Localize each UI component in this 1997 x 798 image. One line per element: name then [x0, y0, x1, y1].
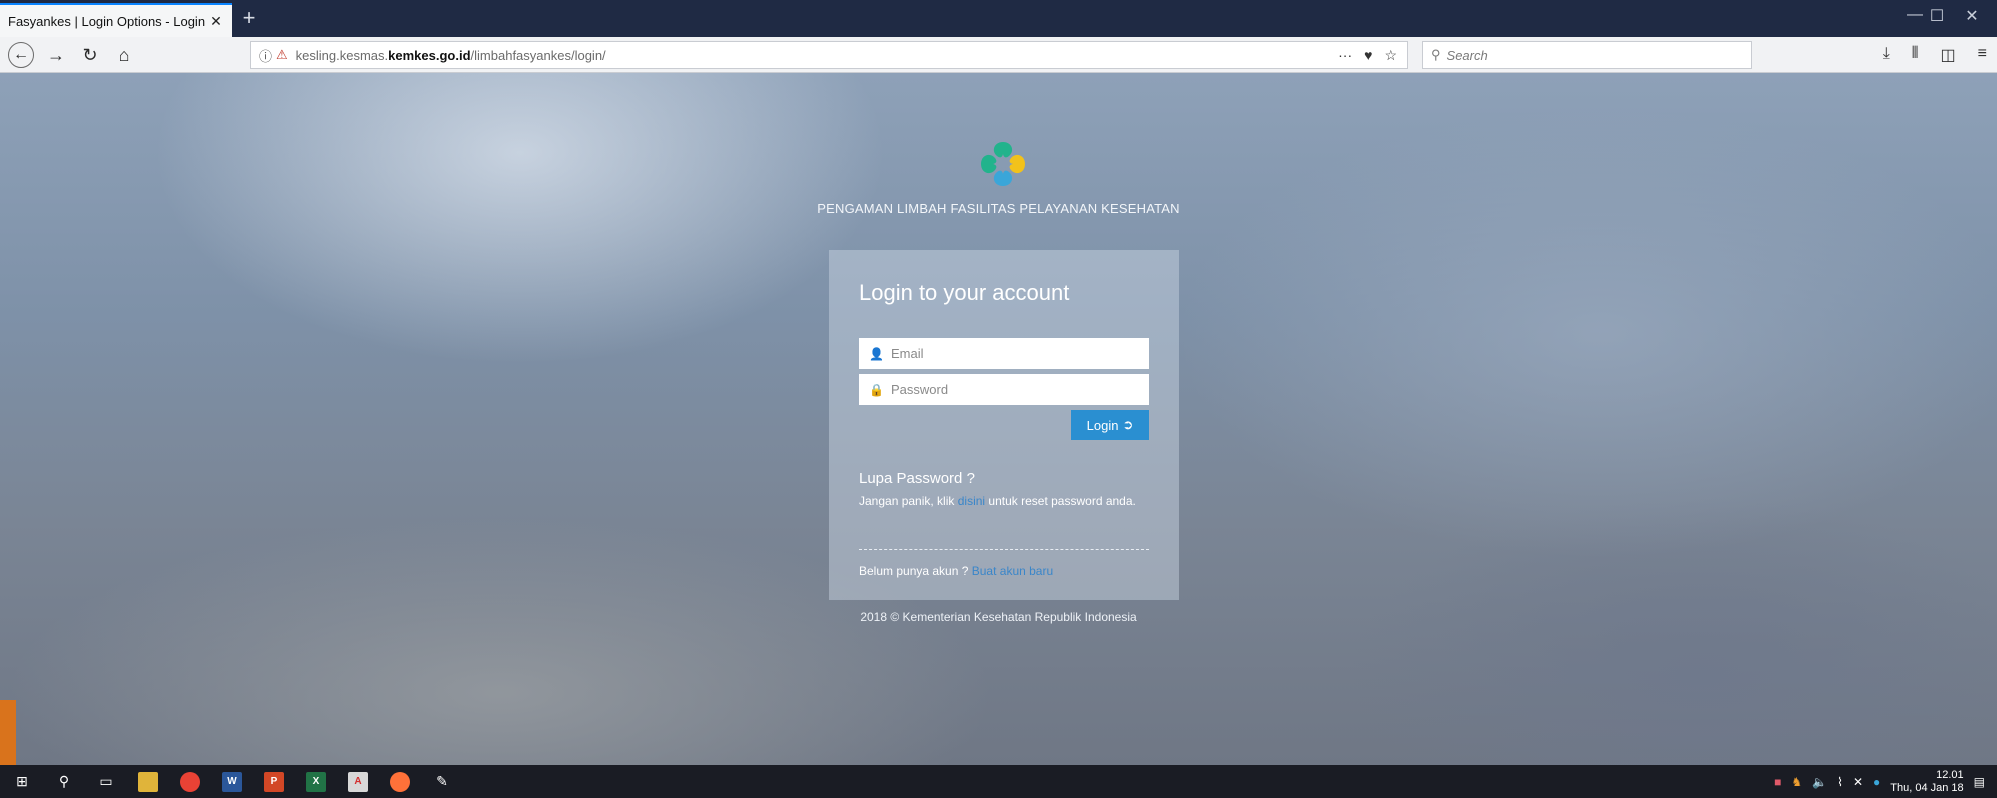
bookmark-star-icon[interactable]: ☆ — [1384, 47, 1397, 64]
footer-copyright: 2018 © Kementerian Kesehatan Republik In… — [860, 610, 1137, 624]
page-viewport: PENGAMAN LIMBAH FASILITAS PELAYANAN KESE… — [0, 73, 1997, 765]
word-icon[interactable]: W — [222, 771, 242, 792]
minimize-button[interactable]: — — [1903, 6, 1927, 24]
login-panel: Login to your account 👤 Email 🔒 Password… — [829, 250, 1179, 600]
search-placeholder: Search — [1446, 47, 1488, 63]
app-icon[interactable]: ✎ — [432, 772, 452, 792]
clock-date: Thu, 04 Jan 18 — [1890, 781, 1964, 794]
download-icon[interactable]: ⤓ — [1883, 45, 1890, 65]
close-window-button[interactable]: ✕ — [1960, 6, 1984, 26]
tray-info-icon[interactable]: ● — [1873, 775, 1880, 789]
new-tab-button[interactable]: + — [236, 5, 262, 31]
site-info-icon[interactable]: ⓘ — [259, 46, 272, 65]
browser-tab-bar: Fasyankes | Login Options - Login f ✕ + … — [0, 0, 1997, 37]
address-bar[interactable]: ⓘ ⚠ kesling.kesmas.kemkes.go.id/limbahfa… — [250, 41, 1408, 69]
forward-button[interactable]: → — [42, 41, 70, 69]
insecure-lock-icon[interactable]: ⚠ — [276, 47, 288, 63]
tab-close-icon[interactable]: ✕ — [208, 13, 224, 30]
login-button-label: Login — [1086, 417, 1119, 433]
pocket-icon[interactable]: ♥ — [1364, 47, 1372, 64]
email-placeholder: Email — [891, 346, 924, 361]
reload-icon: ↻ — [82, 44, 98, 65]
password-field[interactable]: 🔒 Password — [859, 374, 1149, 405]
create-account-link[interactable]: Buat akun baru — [972, 564, 1053, 578]
search-icon: ⚲ — [1431, 47, 1441, 62]
sidebar-icon[interactable]: ◫ — [1941, 45, 1956, 65]
user-icon: 👤 — [869, 346, 884, 361]
network-icon[interactable]: ⌇ — [1837, 775, 1843, 789]
login-heading: Login to your account — [859, 280, 1070, 305]
url-text: kesling.kesmas.kemkes.go.id/limbahfasyan… — [296, 48, 606, 63]
tab-title: Fasyankes | Login Options - Login f — [8, 13, 208, 29]
kemenkes-logo-icon — [981, 142, 1025, 186]
windows-start-icon[interactable]: ⊞ — [12, 772, 32, 792]
powerpoint-icon[interactable]: P — [264, 771, 284, 792]
home-button[interactable]: ⌂ — [110, 41, 138, 69]
tray-user-icon[interactable]: ♞ — [1791, 775, 1802, 789]
login-button[interactable]: Login ➲ — [1071, 410, 1149, 440]
back-button[interactable]: ← — [8, 42, 34, 68]
file-explorer-icon[interactable] — [138, 771, 158, 792]
browser-toolbar-icons: ⤓ ⫴ ◫ ≡ — [1883, 45, 1987, 65]
clock-time: 12.01 — [1936, 768, 1964, 781]
back-arrow-icon: ← — [13, 46, 29, 63]
firefox-icon[interactable] — [390, 771, 410, 792]
home-icon: ⌂ — [118, 44, 130, 65]
taskbar-apps: ⊞ ⚲ ▭ W P X A ✎ — [12, 765, 452, 798]
notifications-icon[interactable]: ▤ — [1974, 775, 1985, 789]
arrow-circle-icon: ➲ — [1122, 417, 1134, 432]
tray-app-icon[interactable]: ■ — [1774, 775, 1781, 789]
browser-nav-bar: ← → ↻ ⌂ ⓘ ⚠ kesling.kesmas.kemkes.go.id/… — [0, 37, 1997, 73]
forgot-text-before: Jangan panik, klik — [859, 494, 958, 508]
email-field[interactable]: 👤 Email — [859, 338, 1149, 369]
clock[interactable]: 12.01 Thu, 04 Jan 18 — [1890, 769, 1963, 795]
register-text-label: Belum punya akun ? — [859, 564, 972, 578]
browser-tab[interactable]: Fasyankes | Login Options - Login f ✕ — [0, 3, 232, 37]
search-taskbar-icon[interactable]: ⚲ — [54, 772, 74, 792]
register-text: Belum punya akun ? Buat akun baru — [859, 564, 1053, 578]
close-tray-icon[interactable]: ✕ — [1853, 775, 1863, 789]
acrobat-icon[interactable]: A — [348, 771, 368, 792]
url-actions: ··· ♥ ☆ — [1338, 47, 1397, 64]
volume-icon[interactable]: 🔈 — [1812, 775, 1827, 789]
app-title: PENGAMAN LIMBAH FASILITAS PELAYANAN KESE… — [817, 201, 1180, 216]
forgot-password-title: Lupa Password ? — [859, 470, 975, 487]
chrome-icon[interactable] — [180, 771, 200, 792]
reload-button[interactable]: ↻ — [76, 41, 104, 69]
url-prefix: kesling.kesmas. — [295, 47, 389, 63]
lock-icon: 🔒 — [869, 382, 884, 397]
reset-password-link[interactable]: disini — [958, 494, 985, 508]
divider — [859, 549, 1149, 550]
excel-icon[interactable]: X — [306, 771, 326, 792]
url-domain: kemkes.go.id — [388, 47, 471, 63]
password-placeholder: Password — [891, 382, 949, 397]
search-input[interactable]: ⚲ Search — [1422, 41, 1752, 69]
taskbar: ⊞ ⚲ ▭ W P X A ✎ ■ ♞ 🔈 ⌇ ✕ ● 12.01 Thu, 0… — [0, 765, 1997, 798]
desktop-accent-strip — [0, 700, 16, 765]
task-view-icon[interactable]: ▭ — [96, 772, 116, 792]
restore-button[interactable]: ☐ — [1925, 6, 1949, 26]
system-tray: ■ ♞ 🔈 ⌇ ✕ ● 12.01 Thu, 04 Jan 18 ▤ — [1774, 765, 1985, 798]
library-icon[interactable]: ⫴ — [1912, 45, 1919, 65]
url-path: /limbahfasyankes/login/ — [470, 47, 606, 63]
forward-arrow-icon: → — [47, 44, 65, 65]
forgot-text-after: untuk reset password anda. — [985, 494, 1136, 508]
menu-icon[interactable]: ≡ — [1978, 45, 1987, 65]
page-actions-icon[interactable]: ··· — [1338, 47, 1352, 64]
forgot-password-text: Jangan panik, klik disini untuk reset pa… — [859, 493, 1149, 510]
